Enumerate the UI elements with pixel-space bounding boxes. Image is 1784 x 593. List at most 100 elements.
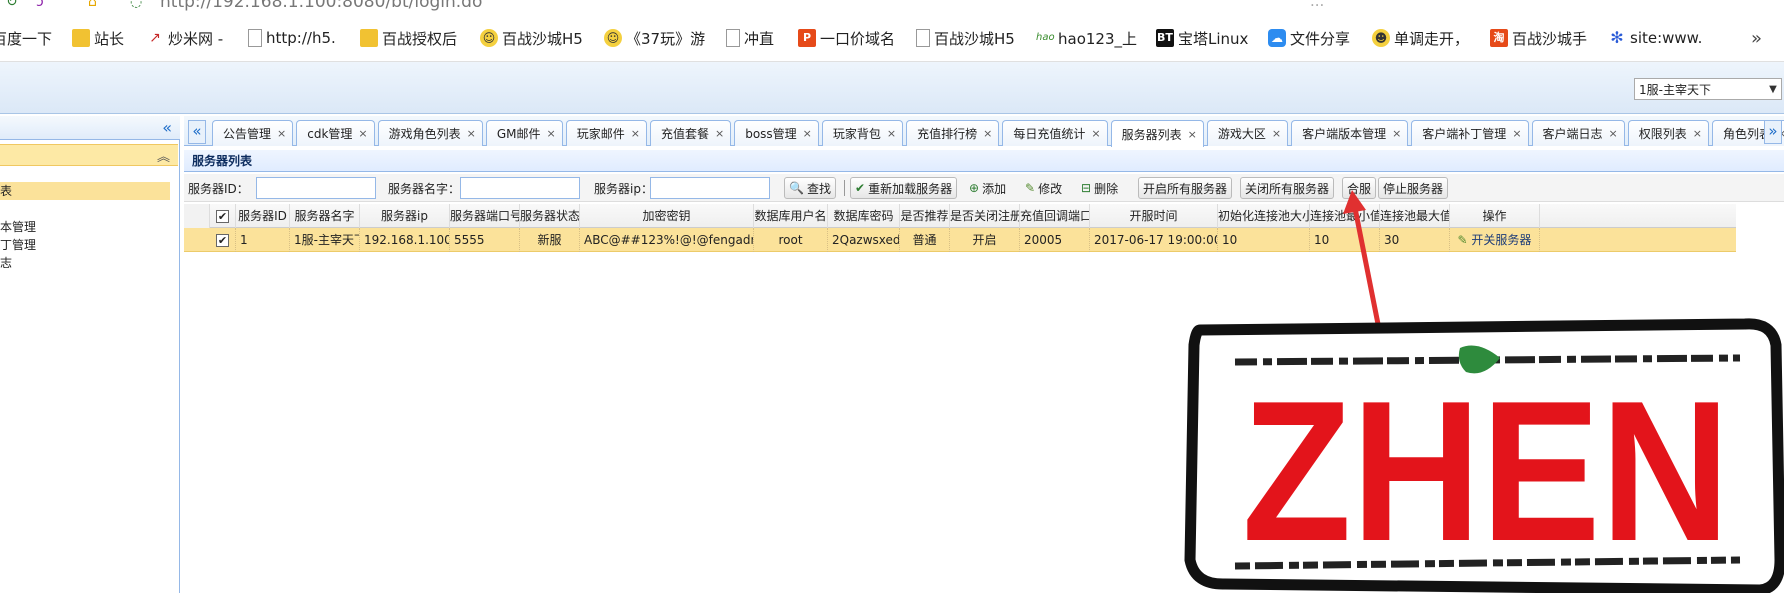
column-header[interactable]: 数据库用户名 [754, 204, 828, 228]
stop-server-button[interactable]: 停止服务器 [1378, 177, 1449, 199]
open-all-servers-button[interactable]: 开启所有服务器 [1138, 177, 1233, 199]
column-header[interactable]: 服务器端口号 [450, 204, 520, 228]
column-header[interactable]: 服务器ip [360, 204, 450, 228]
sidebar-item[interactable]: 丁管理 [0, 236, 36, 253]
column-header[interactable]: 服务器名字 [290, 204, 360, 228]
close-icon[interactable]: × [1188, 128, 1197, 141]
tab-item[interactable]: 客户端补丁管理 × [1411, 120, 1529, 146]
bookmark-item[interactable]: ☻ 单调走开， [1372, 26, 1469, 50]
column-header[interactable]: 初始化连接池大小 [1218, 204, 1310, 228]
close-icon[interactable]: × [715, 127, 724, 140]
tab-item[interactable]: 每日充值统计 × [1002, 120, 1108, 146]
sidebar-item-selected[interactable]: 表 [0, 182, 170, 200]
server-ip-input[interactable] [650, 177, 770, 199]
tab-item[interactable]: 公告管理 × [212, 120, 294, 146]
back-icon[interactable]: ↄ [36, 0, 44, 10]
close-icon[interactable]: × [887, 127, 896, 140]
column-header[interactable]: 充值回调端口 [1020, 204, 1090, 228]
red-logo-icon: P [798, 29, 816, 47]
tab-item[interactable]: GM邮件 × [485, 120, 563, 146]
bookmark-item[interactable]: ☁ 文件分享 [1268, 26, 1350, 50]
home-icon[interactable]: ⌂ [88, 0, 97, 10]
column-header[interactable]: 服务器状态 [520, 204, 580, 228]
tab-item[interactable]: 权限列表 × [1627, 120, 1709, 146]
close-icon[interactable]: × [631, 127, 640, 140]
address-bar[interactable]: http://192.168.1.100:8080/bt/login.do [160, 0, 482, 12]
column-header[interactable]: 服务器ID [236, 204, 290, 228]
close-icon[interactable]: × [1091, 127, 1100, 140]
edit-button[interactable]: ✎ 修改 [1020, 177, 1067, 199]
sidebar-panel-header[interactable]: ︽ [0, 144, 178, 166]
close-icon[interactable]: × [1272, 127, 1281, 140]
bookmark-item[interactable]: ✻ site:www. [1608, 26, 1702, 50]
column-header[interactable]: 是否关闭注册 [950, 204, 1020, 228]
toggle-server-action[interactable]: ✎ 开关服务器 [1450, 228, 1540, 252]
avatar-icon: ☻ [1372, 29, 1390, 47]
close-icon[interactable]: × [1512, 127, 1521, 140]
column-header[interactable]: 连接池最小值 [1310, 204, 1380, 228]
close-icon[interactable]: × [983, 127, 992, 140]
bookmark-item[interactable]: ☺ 《37玩》游 [604, 26, 705, 50]
merge-servers-button[interactable]: 合服 [1342, 177, 1377, 199]
tab-item[interactable]: 客户端日志 × [1531, 120, 1625, 146]
tab-item[interactable]: 玩家邮件 × [565, 120, 647, 146]
select-all-checkbox[interactable]: ✔ [210, 204, 236, 228]
row-checkbox[interactable]: ✔ [210, 228, 236, 252]
tab-scroll-right-icon[interactable]: » [1764, 120, 1782, 144]
tab-item[interactable]: 游戏角色列表 × [377, 120, 483, 146]
add-button-label: 添加 [982, 181, 1007, 196]
column-header[interactable]: 开服时间 [1090, 204, 1218, 228]
column-header[interactable]: 是否推荐 [900, 204, 950, 228]
tab-item[interactable]: 客户端版本管理 × [1291, 120, 1409, 146]
close-icon[interactable]: × [1693, 127, 1702, 140]
collapse-left-icon[interactable]: « [162, 118, 172, 137]
tab-item[interactable]: boss管理 × [734, 120, 819, 146]
tab-item[interactable]: 游戏大区 × [1206, 120, 1289, 146]
bookmark-item[interactable]: P 一口价域名 [798, 26, 895, 50]
close-icon[interactable]: × [277, 127, 286, 140]
column-header[interactable]: 数据库密码 [828, 204, 900, 228]
reload-servers-button[interactable]: ✔ 重新加载服务器 [850, 177, 958, 199]
column-header[interactable]: 连接池最大值 [1380, 204, 1450, 228]
bookmark-item[interactable]: 冲直 [726, 26, 774, 50]
column-header[interactable]: 操作 [1450, 204, 1540, 228]
search-box[interactable]: ... [1310, 0, 1324, 10]
tab-item[interactable]: 充值套餐 × [649, 120, 732, 146]
sidebar-item[interactable]: 志 [0, 254, 12, 271]
server-name-input[interactable] [460, 177, 580, 199]
tab-item[interactable]: 服务器列表 × [1110, 120, 1204, 147]
bookmark-item[interactable]: 百战授权后 [360, 26, 457, 50]
bookmark-item[interactable]: 淘百战沙城手 [1490, 26, 1587, 50]
tab-item[interactable]: 玩家背包 × [821, 120, 904, 146]
tab-scroll-left-icon[interactable]: « [188, 120, 206, 144]
bookmark-item[interactable]: http://h5. [248, 26, 336, 50]
table-row[interactable]: ✔ 1 1服-主宰天下 192.168.1.100 5555 新服 ABC@##123%!… [184, 228, 1736, 252]
bookmark-item[interactable]: ↗ 炒米网 - [146, 26, 223, 50]
close-icon[interactable]: × [803, 127, 812, 140]
search-button[interactable]: 🔍 查找 [784, 177, 836, 199]
server-id-input[interactable] [256, 177, 376, 199]
close-icon[interactable]: × [1609, 127, 1618, 140]
bookmarks-overflow-icon[interactable]: » [1751, 28, 1762, 49]
close-all-servers-button[interactable]: 关闭所有服务器 [1240, 177, 1335, 199]
close-icon[interactable]: × [547, 127, 556, 140]
close-icon[interactable]: × [467, 127, 476, 140]
bookmark-item[interactable]: 百度一下 [0, 26, 52, 50]
sidebar-item[interactable]: 本管理 [0, 218, 36, 235]
column-header[interactable]: 加密密钥 [580, 204, 754, 228]
close-icon[interactable]: × [1392, 127, 1401, 140]
bookmark-item[interactable]: hao hao123_上 [1036, 26, 1137, 50]
bookmark-item[interactable]: ☺ 百战沙城H5 [480, 26, 583, 50]
close-icon[interactable]: × [358, 127, 367, 140]
server-select[interactable]: 1服-主宰天下 ▼ [1634, 78, 1782, 100]
bookmark-item[interactable]: 站长 [72, 26, 124, 50]
tab-item[interactable]: cdk管理 × [296, 120, 375, 146]
collapse-up-icon[interactable]: ︽ [157, 146, 170, 165]
refresh-icon[interactable]: ↻ [6, 0, 18, 10]
tab-item[interactable]: 充值排行榜 × [906, 120, 1000, 146]
delete-button[interactable]: ⊟ 删除 [1076, 177, 1123, 199]
bookmark-item[interactable]: 百战沙城H5 [916, 26, 1015, 50]
add-button[interactable]: ⊕ 添加 [964, 177, 1011, 199]
toggle-server-label: 开关服务器 [1471, 233, 1532, 247]
bookmark-item[interactable]: BT 宝塔Linux [1156, 26, 1248, 50]
